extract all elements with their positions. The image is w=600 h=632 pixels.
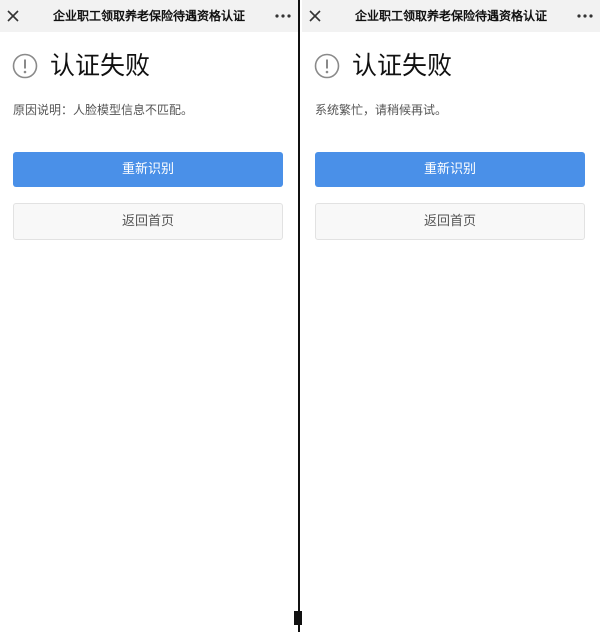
home-button[interactable]: 返回首页	[315, 203, 585, 240]
auth-failed-screen-right: 企业职工领取养老保险待遇资格认证 认证失败 系统繁忙，请稍候再试。 重新识别 返…	[302, 0, 600, 632]
close-button[interactable]	[0, 0, 28, 32]
nav-title: 企业职工领取养老保险待遇资格认证	[52, 9, 245, 23]
close-icon	[309, 10, 321, 22]
retry-button[interactable]: 重新识别	[13, 152, 283, 187]
more-icon	[275, 14, 291, 18]
failure-reason: 原因说明：人脸模型信息不匹配。	[13, 103, 194, 117]
result-title: 认证失败	[50, 51, 151, 80]
close-icon	[7, 10, 19, 22]
result-header: 认证失败	[12, 50, 282, 82]
nav-bar: 企业职工领取养老保险待遇资格认证	[0, 0, 298, 32]
close-button[interactable]	[302, 0, 330, 32]
more-button[interactable]	[572, 0, 598, 32]
warning-circle-icon	[12, 53, 38, 79]
result-header: 认证失败	[314, 50, 584, 82]
retry-button[interactable]: 重新识别	[315, 152, 585, 187]
divider-line	[298, 0, 300, 632]
result-title: 认证失败	[352, 51, 453, 80]
home-button[interactable]: 返回首页	[13, 203, 283, 240]
screenshot-comparison: 企业职工领取养老保险待遇资格认证 认证失败 原因说明：人脸模型信息不匹配。 重新…	[0, 0, 600, 632]
nav-bar: 企业职工领取养老保险待遇资格认证	[302, 0, 600, 32]
auth-failed-screen-left: 企业职工领取养老保险待遇资格认证 认证失败 原因说明：人脸模型信息不匹配。 重新…	[0, 0, 298, 632]
failure-reason: 系统繁忙，请稍候再试。	[315, 103, 448, 117]
nav-title: 企业职工领取养老保险待遇资格认证	[354, 9, 547, 23]
more-icon	[577, 14, 593, 18]
warning-circle-icon	[314, 53, 340, 79]
more-button[interactable]	[270, 0, 296, 32]
